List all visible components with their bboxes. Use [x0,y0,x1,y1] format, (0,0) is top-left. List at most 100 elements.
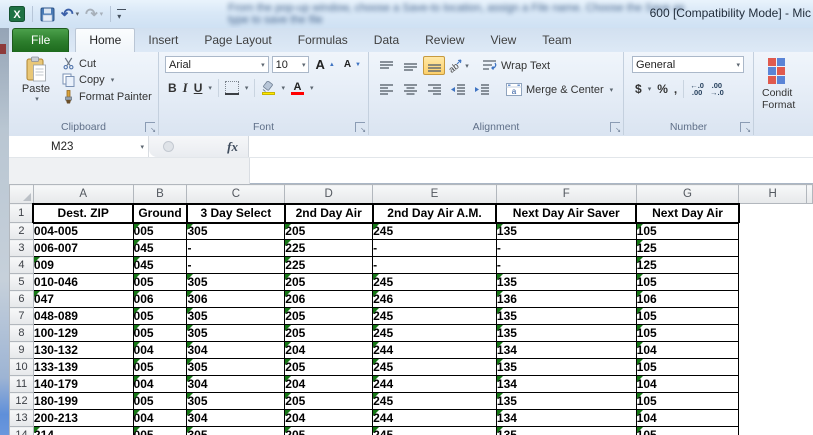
cell-F14[interactable]: 135 [496,427,636,435]
cell-B13[interactable]: 004 [133,410,187,427]
cell-D2[interactable]: 205 [285,223,373,240]
chevron-down-icon[interactable]: ▾ [465,62,469,70]
cell-A13[interactable]: 200-213 [33,410,133,427]
row-header-7[interactable]: 7 [10,308,34,325]
cell-H2[interactable] [739,223,807,240]
cell-D5[interactable]: 205 [285,274,373,291]
cell-H1[interactable] [739,204,807,223]
cell-E9[interactable]: 244 [373,342,497,359]
borders-button[interactable]: ▾ [222,80,252,96]
cell-C7[interactable]: 305 [187,308,285,325]
cell-B4[interactable]: 045 [133,257,187,274]
cell-G2[interactable]: 105 [636,223,739,240]
cell-A8[interactable]: 100-129 [33,325,133,342]
font-name-combobox[interactable]: Arial ▾ [165,56,269,73]
cell-D11[interactable]: 204 [285,376,373,393]
tab-view[interactable]: View [478,29,530,52]
cell-C14[interactable]: 305 [187,427,285,435]
italic-button[interactable]: I [180,79,191,97]
cell-G5[interactable]: 105 [636,274,739,291]
middle-align-button[interactable] [399,56,421,75]
cell-B10[interactable]: 005 [133,359,187,376]
chevron-down-icon[interactable]: ▾ [35,95,39,103]
row-header-11[interactable]: 11 [10,376,34,393]
tab-formulas[interactable]: Formulas [285,29,361,52]
column-header-G[interactable]: G [636,185,739,204]
chevron-down-icon[interactable]: ▾ [140,143,144,151]
cell-A3[interactable]: 006-007 [33,240,133,257]
save-button[interactable] [39,4,56,24]
cell-G12[interactable]: 105 [636,393,739,410]
cell-G10[interactable]: 105 [636,359,739,376]
clipboard-dialog-launcher[interactable] [145,122,155,132]
cell-F3[interactable]: - [496,240,636,257]
cell-H5[interactable] [739,274,807,291]
cell-C2[interactable]: 305 [187,223,285,240]
cell-A12[interactable]: 180-199 [33,393,133,410]
chevron-down-icon[interactable]: ▾ [245,84,249,92]
cell-D10[interactable]: 205 [285,359,373,376]
row-header-4[interactable]: 4 [10,257,34,274]
row-header-1[interactable]: 1 [10,204,34,223]
cell-F5[interactable]: 135 [496,274,636,291]
cell-F13[interactable]: 134 [496,410,636,427]
name-box[interactable]: M23 ▾ [9,136,149,157]
fill-color-button[interactable]: ▾ [258,80,288,96]
cell-H8[interactable] [739,325,807,342]
align-right-button[interactable] [423,80,445,99]
cell-F8[interactable]: 135 [496,325,636,342]
align-left-button[interactable] [375,80,397,99]
cell-A10[interactable]: 133-139 [33,359,133,376]
cell-H11[interactable] [739,376,807,393]
cell-E2[interactable]: 245 [373,223,497,240]
cell-H7[interactable] [739,308,807,325]
tab-file[interactable]: File [12,28,69,52]
align-center-button[interactable] [399,80,421,99]
cell-E3[interactable]: - [373,240,497,257]
cell-D14[interactable]: 205 [285,427,373,435]
cell-B9[interactable]: 004 [133,342,187,359]
cell-B8[interactable]: 005 [133,325,187,342]
font-dialog-launcher[interactable] [355,122,365,132]
bold-button[interactable]: B [165,80,180,96]
font-size-combobox[interactable]: 10 ▾ [272,56,310,73]
cell-C10[interactable]: 305 [187,359,285,376]
underline-button[interactable]: U▾ [191,80,215,96]
row-header-9[interactable]: 9 [10,342,34,359]
percent-style-button[interactable]: % [654,81,671,97]
cell-B7[interactable]: 005 [133,308,187,325]
row-header-14[interactable]: 14 [10,427,34,435]
cell-D7[interactable]: 205 [285,308,373,325]
cell-H13[interactable] [739,410,807,427]
cell-C11[interactable]: 304 [187,376,285,393]
row-header-6[interactable]: 6 [10,291,34,308]
cell-C12[interactable]: 305 [187,393,285,410]
cell-E6[interactable]: 246 [373,291,497,308]
cell-B1[interactable]: Ground [133,204,187,223]
conditional-formatting-button[interactable]: Condit Format [762,58,813,111]
number-format-combobox[interactable]: General ▾ [632,56,744,73]
cut-button[interactable]: Cut [59,56,155,71]
cell-H3[interactable] [739,240,807,257]
tab-page-layout[interactable]: Page Layout [191,29,284,52]
column-header-A[interactable]: A [33,185,133,204]
chevron-down-icon[interactable]: ▾ [281,84,285,92]
cell-F2[interactable]: 135 [496,223,636,240]
cell-E4[interactable]: - [373,257,497,274]
copy-button[interactable]: Copy ▾ [59,72,155,88]
cell-E11[interactable]: 244 [373,376,497,393]
cell-E10[interactable]: 245 [373,359,497,376]
tab-insert[interactable]: Insert [135,29,191,52]
formula-bar-handle[interactable] [163,141,174,152]
cell-H14[interactable] [739,427,807,435]
cell-C5[interactable]: 305 [187,274,285,291]
cell-B6[interactable]: 006 [133,291,187,308]
cell-F7[interactable]: 135 [496,308,636,325]
cell-D9[interactable]: 204 [285,342,373,359]
format-painter-button[interactable]: Format Painter [59,89,155,105]
grow-font-button[interactable]: A▲ [312,56,337,73]
tab-review[interactable]: Review [412,29,477,52]
cell-F9[interactable]: 134 [496,342,636,359]
cell-G1[interactable]: Next Day Air [636,204,739,223]
cell-D13[interactable]: 204 [285,410,373,427]
